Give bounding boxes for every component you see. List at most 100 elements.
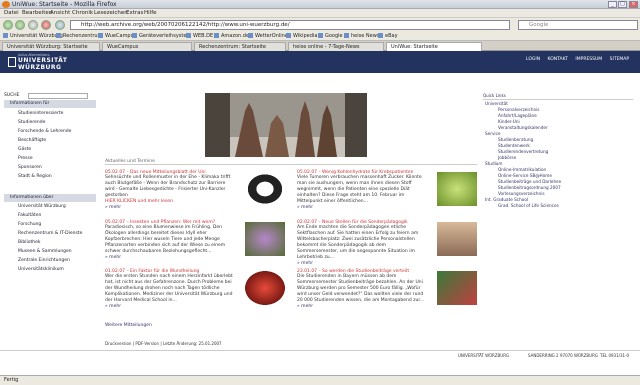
section-title: Aktuelles und Termine — [105, 159, 477, 165]
bookmark-icon — [3, 33, 8, 38]
bookmark-icon — [344, 33, 349, 38]
sidebar-item[interactable]: Forschende & Lehrende — [18, 129, 71, 134]
quick-link[interactable]: Studierendenvertretung — [498, 149, 548, 154]
url-input[interactable]: http://web.archive.org/web/2007020612214… — [70, 20, 510, 30]
quick-link[interactable]: Grad. School of Life Sciences — [498, 203, 559, 208]
sidebar-item[interactable]: Museen & Sammlungen — [18, 249, 72, 254]
footer-university: UNIVERSITÄT WÜRZBURG — [458, 353, 510, 358]
sidebar-item[interactable]: Studierende — [18, 120, 45, 125]
bookmark-item[interactable]: Google — [318, 33, 343, 39]
page-footer-links: Druckversion | PDF-Version | Letzte Ände… — [105, 341, 222, 346]
quick-category[interactable]: Service — [485, 131, 500, 136]
print-version-link[interactable]: Druckversion — [105, 341, 131, 346]
menu-edit[interactable]: Bearbeiten — [22, 10, 52, 16]
firefox-icon — [2, 1, 10, 8]
tab-heise[interactable]: heise online - 7-Tage-News — [288, 42, 384, 51]
menu-file[interactable]: Datei — [4, 10, 19, 16]
quick-link[interactable]: Online-Service SB@Home — [498, 173, 552, 178]
bookmark-item[interactable]: WetterOnline — [248, 33, 288, 39]
back-button[interactable] — [3, 20, 13, 30]
reload-button[interactable] — [28, 20, 38, 30]
quick-link[interactable]: Studentenwerk — [498, 143, 530, 148]
news-image-vegetables — [437, 172, 477, 206]
sidebar-item[interactable]: Forschung — [18, 222, 41, 227]
quick-link[interactable]: Studienbeitragsordnung 2007 — [498, 185, 561, 190]
news-item: 02.02.07 - Neue Stellen für die Sonderpä… — [297, 218, 477, 273]
news-body: Sehnsüchte und Rollenmuster in der Ehe -… — [105, 175, 231, 198]
bookmark-icon — [214, 33, 219, 38]
sidebar-item[interactable]: Zentrale Einrichtungen — [18, 258, 70, 263]
site-search-input[interactable] — [28, 93, 88, 99]
quick-link[interactable]: Studienberatung — [498, 137, 533, 142]
minimize-button[interactable]: _ — [608, 1, 617, 8]
search-input[interactable]: Google — [518, 20, 638, 30]
stop-button[interactable] — [41, 20, 51, 30]
sitemap-link[interactable]: SITEMAP — [610, 57, 629, 62]
quick-link[interactable]: Online-Immatrikulation — [498, 167, 546, 172]
bookmark-item[interactable]: Amazon.de — [214, 33, 249, 39]
news-more-link[interactable]: » mehr — [297, 261, 477, 266]
sidebar-item[interactable]: Stadt & Region — [18, 174, 52, 179]
quick-category[interactable]: Studium — [485, 161, 503, 166]
bookmark-item[interactable]: Wikipedia — [286, 33, 317, 39]
sidebar-heading-about: Informationen über — [4, 194, 96, 202]
tab-uniwue[interactable]: UniWue: Startseite — [386, 42, 482, 51]
contact-link[interactable]: KONTAKT — [548, 57, 568, 62]
menu-history[interactable]: Chronik — [72, 10, 93, 16]
quick-category[interactable]: Int. Graduate School — [485, 197, 528, 202]
menu-view[interactable]: Ansicht — [50, 10, 70, 16]
bookmark-item[interactable]: heise News — [344, 33, 379, 39]
sidebar-item[interactable]: Sponsoren — [18, 165, 42, 170]
home-button[interactable] — [55, 20, 65, 30]
logo-mark — [8, 57, 16, 67]
close-button[interactable]: × — [629, 1, 638, 8]
window-title: UniWue: Startseite - Mozilla Firefox — [12, 1, 117, 8]
search-label: SUCHE — [4, 93, 20, 98]
sidebar-item[interactable]: Universität Würzburg — [18, 204, 66, 209]
status-bar: Fertig — [0, 375, 640, 385]
imprint-link[interactable]: IMPRESSUM — [575, 57, 602, 62]
more-news-link[interactable]: Weitere Mitteilungen — [105, 323, 152, 328]
sidebar-item[interactable]: Studieninteressierte — [18, 111, 63, 116]
bookmark-item[interactable]: WueCampus — [98, 33, 136, 39]
quick-link[interactable]: Studienbeiträge und Darlehen — [498, 179, 561, 184]
menu-bookmarks[interactable]: Lesezeichen — [94, 10, 128, 16]
bookmark-icon — [378, 33, 383, 38]
quick-category[interactable]: Universität — [485, 101, 508, 106]
news-image-heart — [245, 271, 285, 305]
news-item: 01.02.07 - Ein Faktor für die Wundheilun… — [105, 267, 285, 322]
tab-wuecampus[interactable]: WueCampus — [102, 42, 192, 51]
quick-link[interactable]: Jobbörse — [498, 155, 516, 160]
bookmark-item[interactable]: Geräteverleihsystem — [132, 33, 191, 39]
sidebar-item[interactable]: Universitätsklinikum — [18, 267, 64, 272]
bookmark-item[interactable]: Universität Würzburg — [3, 33, 63, 39]
sidebar-item[interactable]: Fakultäten — [18, 213, 41, 218]
quick-link[interactable]: Veranstaltungskalender — [498, 125, 548, 130]
quick-link[interactable]: Vorlesungsverzeichnis — [498, 191, 545, 196]
bookmark-item[interactable]: WEB.DE — [186, 33, 213, 39]
address-bar: UNIVERSITÄT WÜRZBURG SANDERRING 2 97070 … — [0, 350, 640, 358]
sidebar-item[interactable]: Rechenzentrum & IT-Dienste — [18, 231, 82, 236]
menu-tools[interactable]: Extras — [126, 10, 143, 16]
bookmark-item[interactable]: eBay — [378, 33, 398, 39]
bookmark-item[interactable]: Rechenzentrum — [56, 33, 102, 39]
sidebar-item[interactable]: Presse — [18, 156, 33, 161]
quick-link[interactable]: Personalverzeichnis — [498, 107, 539, 112]
bookmark-icon — [318, 33, 323, 38]
tab-rechenzentrum[interactable]: Rechenzentrum: Startseite — [194, 42, 286, 51]
forward-button[interactable] — [15, 20, 25, 30]
title-bar: UniWue: Startseite - Mozilla Firefox _ □… — [0, 0, 640, 9]
quick-link[interactable]: Kinder-Uni — [498, 119, 520, 124]
pdf-version-link[interactable]: PDF-Version — [135, 341, 159, 346]
quick-link[interactable]: Anfahrt/Lagepläne — [498, 113, 537, 118]
university-logo[interactable]: Julius-Maximilians- UNIVERSITÄT WÜRZBURG — [4, 53, 74, 71]
sidebar-item[interactable]: Gäste — [18, 147, 31, 152]
menu-help[interactable]: Hilfe — [144, 10, 157, 16]
sidebar-item[interactable]: Beschäftigte — [18, 138, 46, 143]
maximize-button[interactable]: □ — [618, 1, 627, 8]
tab-uni-wuerzburg[interactable]: Universität Würzburg: Startseite — [2, 42, 100, 51]
news-image-bulletin — [245, 172, 285, 206]
sidebar-item[interactable]: Bibliothek — [18, 240, 40, 245]
bookmark-icon — [132, 33, 137, 38]
login-link[interactable]: LOGIN — [526, 57, 540, 62]
